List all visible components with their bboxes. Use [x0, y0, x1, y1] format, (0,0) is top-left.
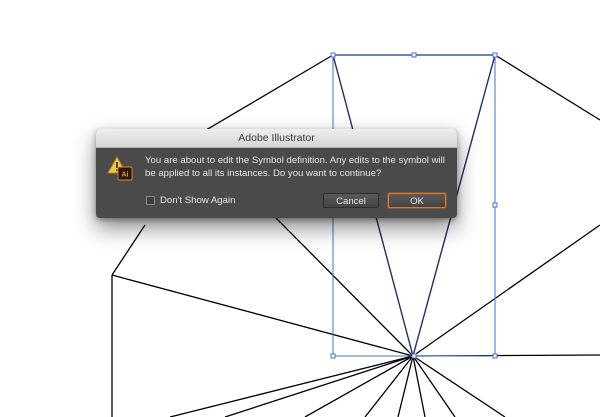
selection-handle[interactable]: [492, 353, 498, 359]
symbol-edit-dialog: Adobe Illustrator Ai You are about to ed…: [96, 129, 457, 218]
dont-show-again-option[interactable]: Don't Show Again: [146, 195, 235, 206]
warning-triangle-icon: Ai: [107, 156, 133, 181]
illustrator-app-icon-text: Ai: [122, 172, 129, 179]
selection-handle[interactable]: [330, 353, 336, 359]
dont-show-again-checkbox[interactable]: [146, 196, 155, 205]
cancel-button[interactable]: Cancel: [323, 193, 379, 208]
selection-handle[interactable]: [492, 202, 498, 208]
dialog-message: You are about to edit the Symbol definit…: [145, 155, 445, 179]
dont-show-again-label: Don't Show Again: [160, 195, 236, 206]
ok-button[interactable]: OK: [388, 193, 446, 208]
selection-handle[interactable]: [492, 52, 498, 58]
selection-handle[interactable]: [411, 353, 417, 359]
symbol-artwork: [111, 54, 600, 417]
dialog-title: Adobe Illustrator: [96, 129, 457, 148]
selection-handle[interactable]: [411, 52, 417, 58]
selection-handle[interactable]: [330, 52, 336, 58]
